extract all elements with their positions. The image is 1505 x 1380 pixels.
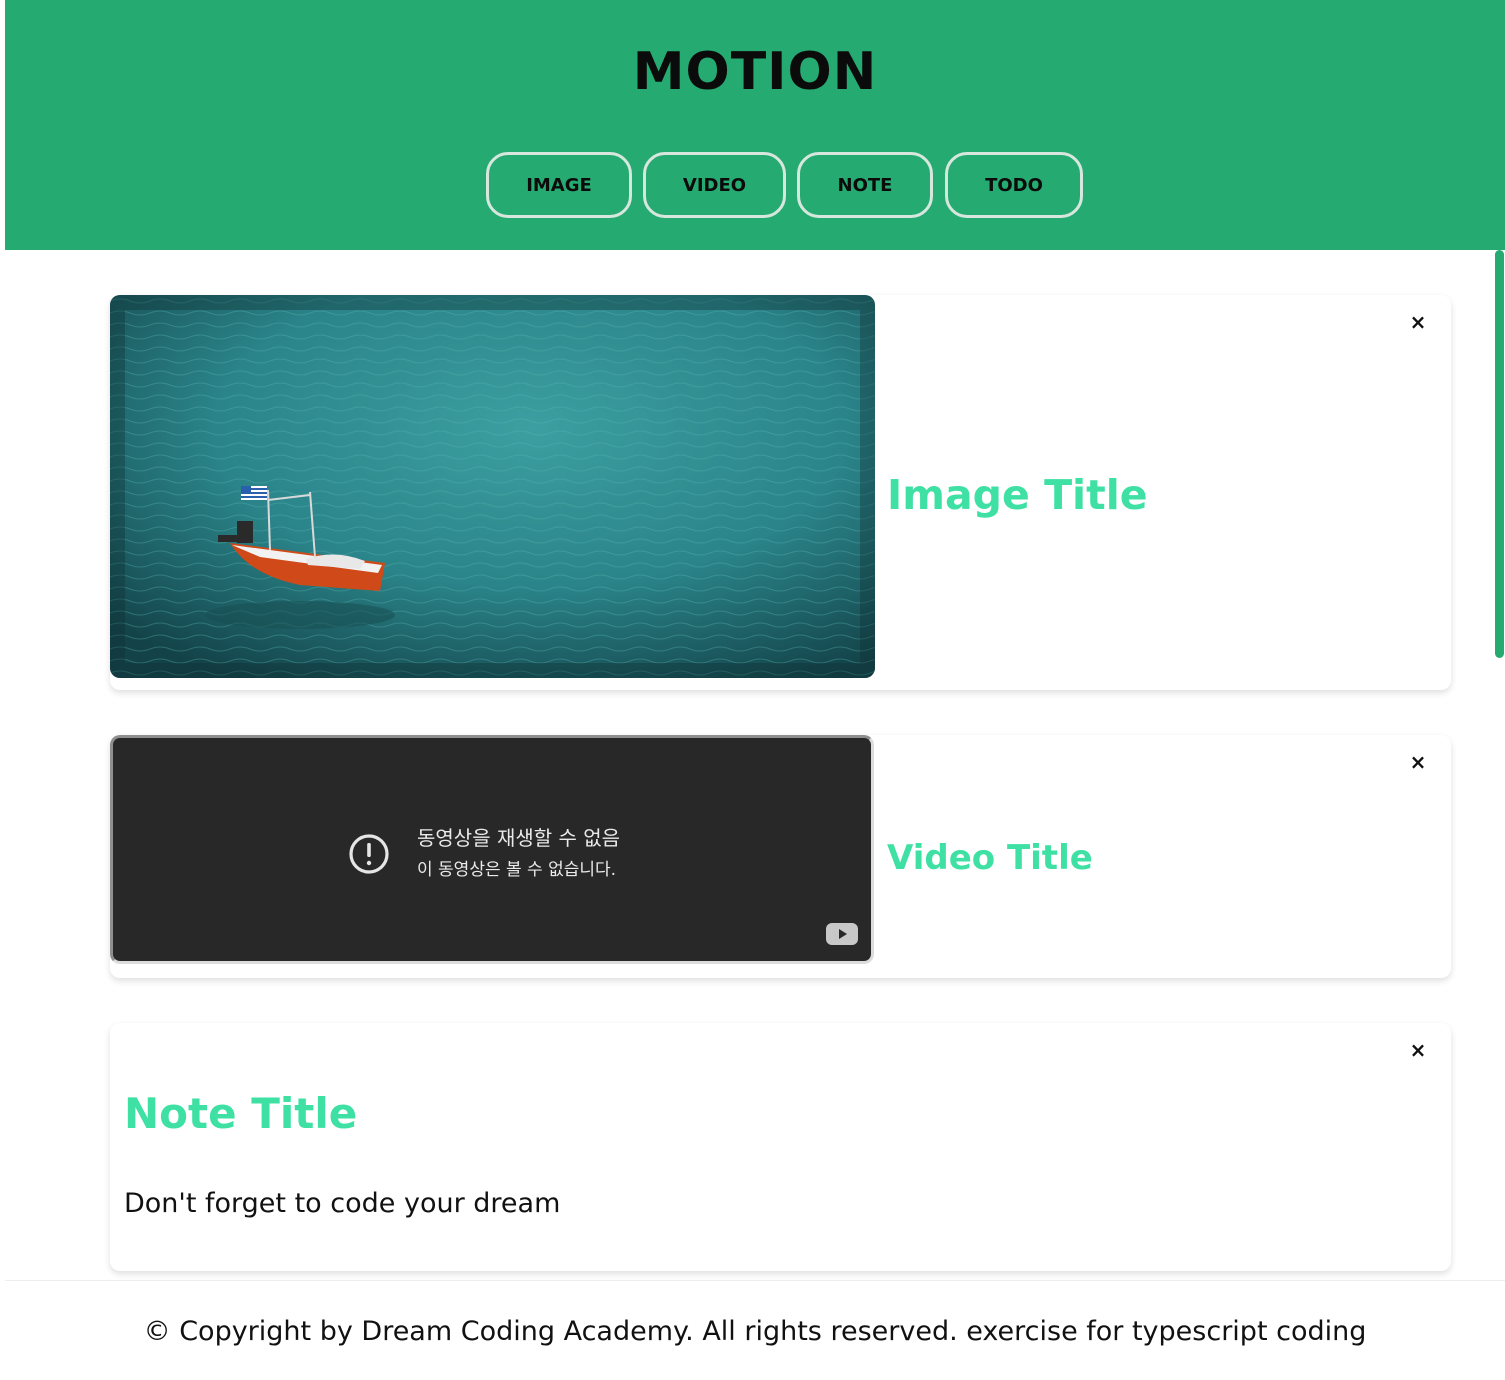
image-card: Image Title ×	[110, 295, 1451, 690]
image-card-title: Image Title	[887, 471, 1148, 519]
close-icon[interactable]: ×	[1405, 1037, 1431, 1063]
footer-copyright: © Copyright by Dream Coding Academy. All…	[143, 1316, 1367, 1347]
close-icon[interactable]: ×	[1405, 309, 1431, 335]
add-video-button[interactable]: VIDEO	[643, 152, 786, 218]
video-error-subtitle: 이 동영상은 볼 수 없습니다.	[417, 860, 617, 880]
image-card-photo	[110, 295, 875, 678]
video-error-title: 동영상을 재생할 수 없음	[417, 826, 621, 850]
video-card-title: Video Title	[887, 838, 1093, 878]
footer-divider	[5, 1280, 1505, 1281]
page: MOTION IMAGE VIDEO NOTE TODO Image Title…	[0, 0, 1505, 1380]
app-title: MOTION	[632, 42, 878, 102]
scrollbar[interactable]	[1495, 250, 1504, 658]
youtube-icon[interactable]	[826, 923, 858, 945]
add-image-button[interactable]: IMAGE	[486, 152, 632, 218]
add-todo-button[interactable]: TODO	[945, 152, 1083, 218]
add-note-button[interactable]: NOTE	[797, 152, 933, 218]
app-header: MOTION IMAGE VIDEO NOTE TODO	[5, 0, 1505, 250]
error-icon	[349, 834, 389, 874]
close-icon[interactable]: ×	[1405, 749, 1431, 775]
note-card-title: Note Title	[124, 1089, 358, 1138]
note-card-body: Don't forget to code your dream	[124, 1188, 561, 1219]
video-player[interactable]: 동영상을 재생할 수 없음 이 동영상은 볼 수 없습니다.	[110, 735, 874, 964]
note-card: Note Title Don't forget to code your dre…	[110, 1023, 1451, 1271]
boat-photo	[110, 295, 875, 678]
video-card: 동영상을 재생할 수 없음 이 동영상은 볼 수 없습니다. Video Tit…	[110, 735, 1451, 978]
